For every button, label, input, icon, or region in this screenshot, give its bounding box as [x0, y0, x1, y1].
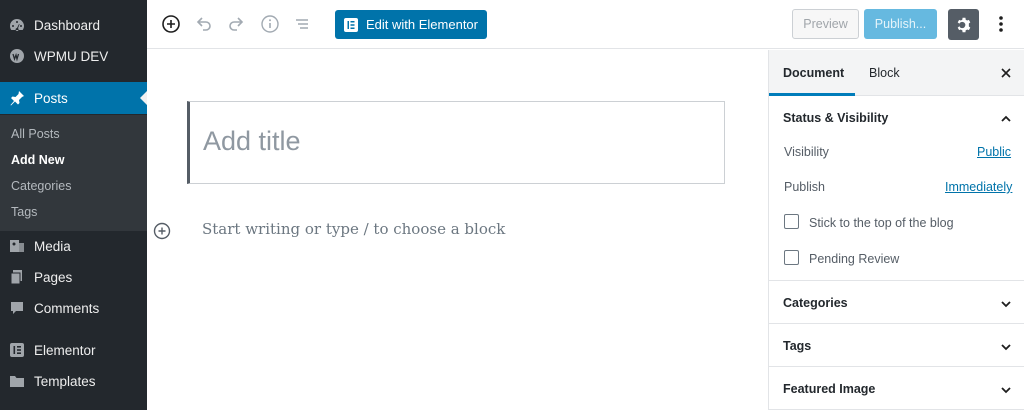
title-placeholder: Add title [203, 126, 301, 156]
chevron-down-icon [1000, 383, 1012, 395]
featured-image-section[interactable]: Featured Image [769, 368, 1024, 410]
edit-with-elementor-button[interactable]: Edit with Elementor [335, 10, 487, 39]
section-title: Categories [783, 296, 848, 310]
chevron-down-icon [1000, 297, 1012, 309]
tab-block[interactable]: Block [869, 66, 900, 80]
menu-label: Pages [34, 269, 73, 285]
visibility-label: Visibility [784, 145, 829, 159]
menu-item-dashboard[interactable]: Dashboard [0, 10, 147, 40]
settings-gear-icon[interactable] [948, 9, 979, 40]
chevron-up-icon[interactable] [1000, 112, 1012, 124]
section-title: Featured Image [783, 382, 876, 396]
more-options-icon[interactable] [992, 12, 1010, 36]
add-block-icon[interactable] [159, 12, 183, 36]
sticky-checkbox[interactable] [784, 214, 799, 229]
elementor-logo-icon [344, 17, 358, 32]
panel-tabs: Document Block [769, 50, 1024, 96]
menu-label: Dashboard [34, 17, 101, 33]
menu-label: Comments [34, 300, 100, 316]
menu-label: Media [34, 238, 71, 254]
editor-canvas: Add title Start writing or type / to cho… [147, 50, 768, 410]
block-placeholder[interactable]: Start writing or type / to choose a bloc… [202, 220, 505, 238]
status-visibility-section: Status & Visibility Visibility Public Pu… [769, 96, 1024, 281]
menu-label: Templates [34, 373, 96, 389]
categories-section[interactable]: Categories [769, 282, 1024, 324]
menu-item-pages[interactable]: Pages [0, 262, 147, 292]
tags-section[interactable]: Tags [769, 325, 1024, 367]
wpmudev-icon [8, 47, 26, 65]
pages-icon [8, 268, 26, 286]
menu-item-comments[interactable]: Comments [0, 293, 147, 323]
menu-item-media[interactable]: Media [0, 231, 147, 261]
menu-label: Elementor [34, 342, 96, 358]
menu-item-templates[interactable]: Templates [0, 366, 147, 396]
close-icon[interactable] [999, 66, 1013, 80]
chevron-down-icon [1000, 340, 1012, 352]
editor-toolbar: Edit with Elementor Preview Publish... [147, 0, 1024, 49]
publish-label: Publish [784, 180, 825, 194]
submenu-categories[interactable]: Categories [11, 179, 71, 193]
section-title: Tags [783, 339, 812, 353]
posts-submenu: All Posts Add New Categories Tags [0, 115, 147, 231]
block-navigation-icon[interactable] [290, 12, 314, 36]
submenu-add-new[interactable]: Add New [11, 153, 64, 167]
publish-button[interactable]: Publish... [864, 9, 937, 39]
active-indicator [140, 91, 147, 105]
submenu-all-posts[interactable]: All Posts [11, 127, 60, 141]
menu-label: WPMU DEV [34, 48, 109, 64]
elementor-button-label: Edit with Elementor [366, 17, 478, 32]
pending-review-label: Pending Review [809, 252, 900, 266]
folder-icon [8, 372, 26, 390]
menu-label: Posts [34, 90, 68, 106]
submenu-tags[interactable]: Tags [11, 205, 37, 219]
inline-add-block-icon[interactable] [153, 222, 171, 240]
media-icon [8, 237, 26, 255]
menu-item-posts[interactable]: Posts [0, 82, 147, 114]
info-icon[interactable] [258, 12, 282, 36]
pin-icon [8, 89, 26, 107]
sticky-label: Stick to the top of the blog [809, 216, 954, 230]
redo-icon[interactable] [224, 12, 248, 36]
post-title-input[interactable]: Add title [187, 101, 725, 184]
section-title[interactable]: Status & Visibility [783, 111, 888, 125]
settings-sidebar: Document Block Status & Visibility Visib… [768, 50, 1024, 410]
admin-sidebar: Dashboard WPMU DEV Posts All Posts Add N… [0, 0, 147, 410]
menu-item-elementor[interactable]: Elementor [0, 335, 147, 365]
publish-date-link[interactable]: Immediately [945, 180, 1012, 194]
dashboard-icon [8, 16, 26, 34]
preview-button[interactable]: Preview [792, 9, 859, 39]
tab-document[interactable]: Document [783, 66, 844, 80]
menu-item-wpmudev[interactable]: WPMU DEV [0, 41, 147, 71]
undo-icon[interactable] [192, 12, 216, 36]
elementor-icon [8, 341, 26, 359]
comments-icon [8, 299, 26, 317]
visibility-link[interactable]: Public [977, 145, 1011, 159]
pending-review-checkbox[interactable] [784, 250, 799, 265]
